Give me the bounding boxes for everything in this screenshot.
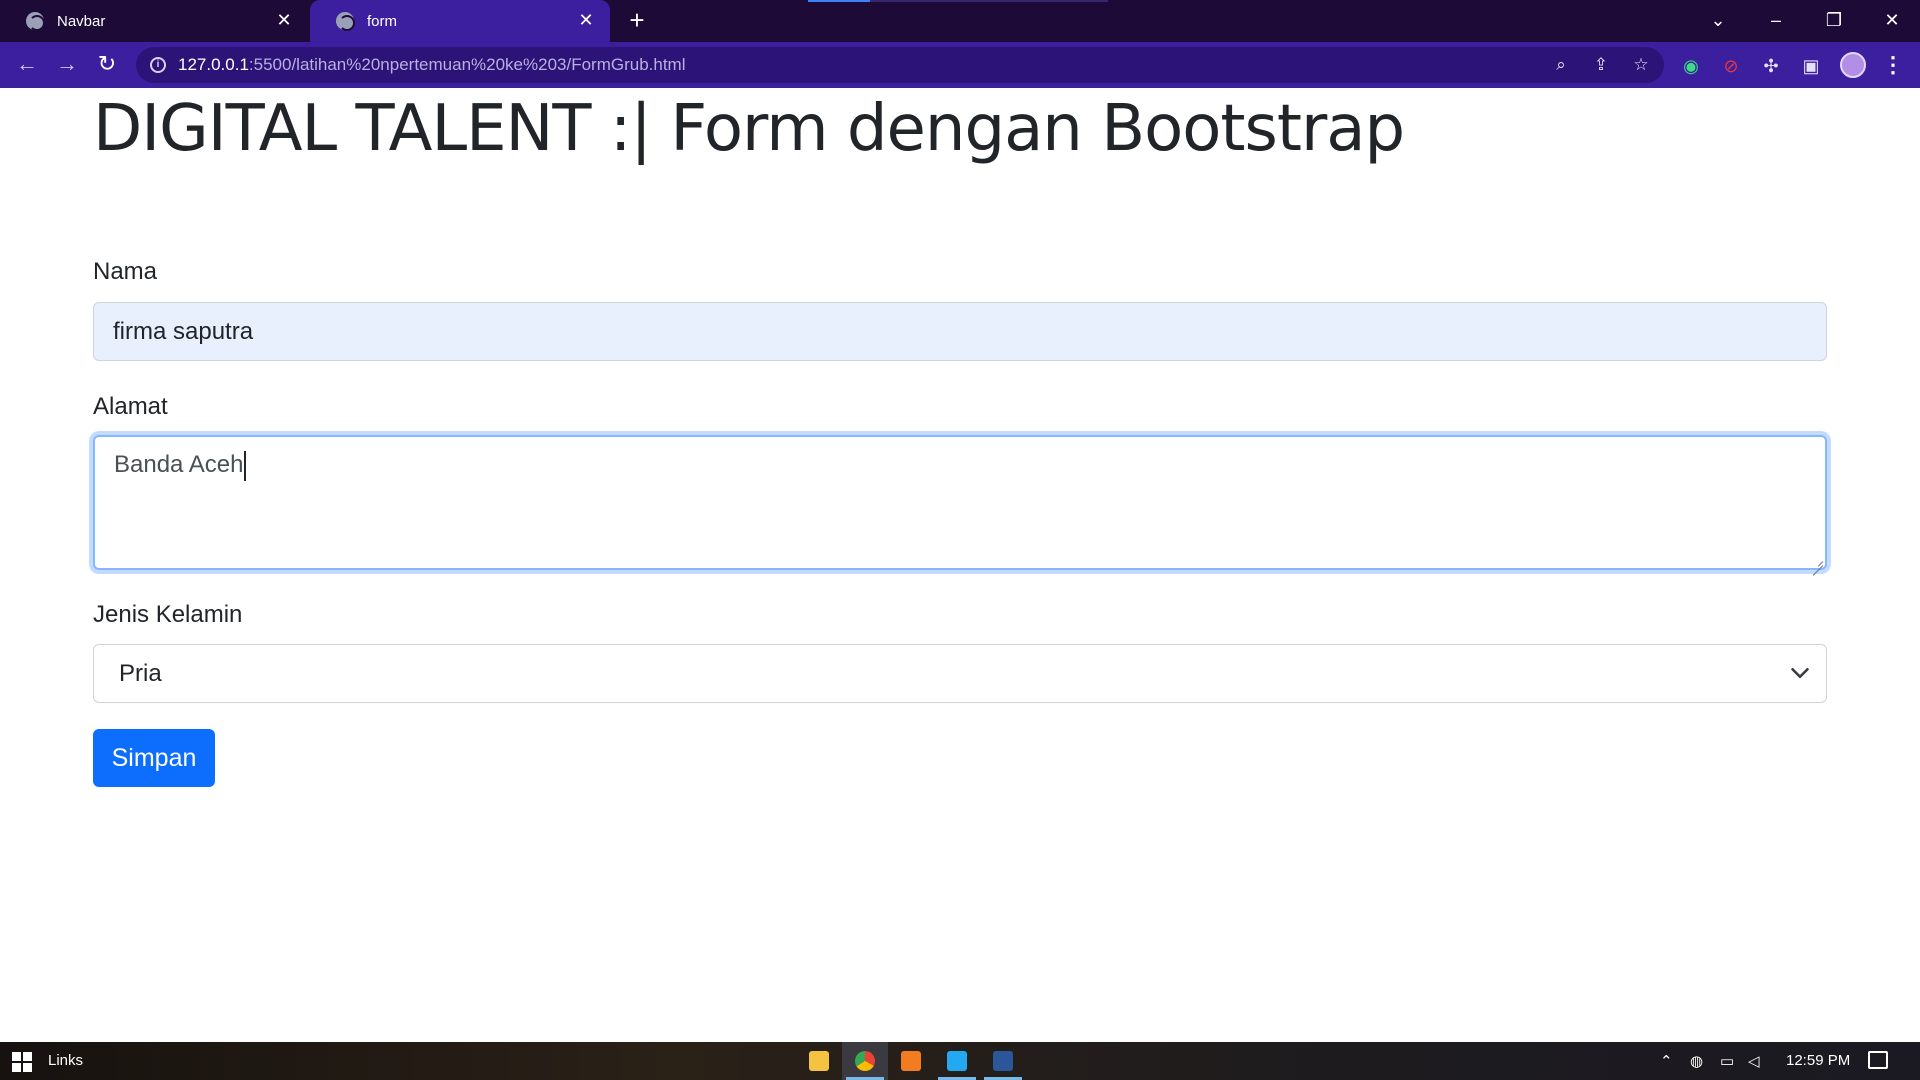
page-title: DIGITAL TALENT :| Form dengan Bootstrap bbox=[93, 92, 1405, 166]
simpan-button[interactable]: Simpan bbox=[93, 729, 215, 787]
url-text[interactable]: 127.0.0.1:5500/latihan%20npertemuan%20ke… bbox=[178, 55, 686, 75]
share-icon[interactable]: ⇪ bbox=[1590, 54, 1612, 76]
browser-menu-icon[interactable]: ⋮ bbox=[1882, 52, 1904, 78]
extensions-puzzle-icon[interactable]: ✣ bbox=[1760, 55, 1782, 77]
browser-titlebar: Navbar ✕ form ✕ + ⌄ – ❐ ✕ bbox=[0, 0, 1920, 42]
windows-start-icon[interactable] bbox=[12, 1052, 32, 1072]
alamat-value: Banda Aceh bbox=[114, 451, 244, 478]
address-bar[interactable]: i 127.0.0.1:5500/latihan%20npertemuan%20… bbox=[136, 47, 1664, 83]
side-panel-icon[interactable]: ▣ bbox=[1800, 55, 1822, 77]
restore-button[interactable]: ❐ bbox=[1806, 0, 1862, 42]
chrome-taskbar-icon[interactable] bbox=[842, 1042, 888, 1080]
file-explorer-taskbar-icon[interactable] bbox=[796, 1042, 842, 1080]
site-info-icon[interactable]: i bbox=[150, 57, 166, 73]
reload-icon[interactable]: ↻ bbox=[92, 50, 122, 80]
nama-value: firma saputra bbox=[113, 318, 254, 345]
page-content: DIGITAL TALENT :| Form dengan Bootstrap … bbox=[0, 88, 1920, 1042]
forward-arrow-icon[interactable]: → bbox=[52, 50, 82, 80]
close-window-button[interactable]: ✕ bbox=[1864, 0, 1920, 42]
tab-navbar[interactable]: Navbar ✕ bbox=[0, 0, 308, 42]
nama-label: Nama bbox=[93, 258, 158, 285]
taskbar-clock[interactable]: 12:59 PM bbox=[1786, 1052, 1850, 1069]
close-icon[interactable]: ✕ bbox=[576, 10, 596, 30]
extension-colorful-icon[interactable]: ◉ bbox=[1680, 55, 1702, 77]
resize-handle-icon[interactable] bbox=[1811, 554, 1823, 566]
jenis-kelamin-label: Jenis Kelamin bbox=[93, 601, 243, 628]
windows-taskbar: Links ⌃ ◍ ▭ ◁ 12:59 PM bbox=[0, 1042, 1920, 1080]
back-arrow-icon[interactable]: ← bbox=[12, 50, 42, 80]
close-icon[interactable]: ✕ bbox=[274, 10, 294, 30]
chevron-down-icon bbox=[1791, 668, 1809, 678]
zoom-icon[interactable]: ⌕ bbox=[1550, 54, 1572, 76]
alamat-textarea[interactable]: Banda Aceh bbox=[93, 435, 1827, 570]
url-path: :5500/latihan%20npertemuan%20ke%203/Form… bbox=[248, 55, 686, 74]
jenis-kelamin-select[interactable]: Pria bbox=[93, 644, 1827, 703]
tab-form[interactable]: form ✕ bbox=[310, 0, 610, 42]
browser-toolbar: ← → ↻ i 127.0.0.1:5500/latihan%20npertem… bbox=[0, 42, 1920, 88]
profile-avatar[interactable] bbox=[1840, 52, 1866, 78]
vscode-taskbar-icon[interactable] bbox=[934, 1042, 980, 1080]
tab-label: form bbox=[367, 12, 397, 30]
minimize-button[interactable]: – bbox=[1748, 0, 1804, 42]
speaker-icon[interactable]: ◁ bbox=[1748, 1052, 1760, 1070]
tab-search-button[interactable]: ⌄ bbox=[1690, 0, 1746, 42]
nama-input[interactable]: firma saputra bbox=[93, 302, 1827, 361]
bookmark-star-icon[interactable]: ☆ bbox=[1630, 54, 1652, 76]
jenis-kelamin-selected: Pria bbox=[119, 660, 162, 687]
notification-icon[interactable] bbox=[1868, 1051, 1888, 1069]
globe-icon bbox=[26, 12, 45, 31]
word-taskbar-icon[interactable] bbox=[980, 1042, 1026, 1080]
alamat-label: Alamat bbox=[93, 393, 168, 420]
battery-icon[interactable]: ▭ bbox=[1720, 1052, 1734, 1070]
new-tab-button[interactable]: + bbox=[624, 7, 650, 34]
url-host: 127.0.0.1 bbox=[178, 55, 249, 74]
extension-eye-off-icon[interactable]: ⊘ bbox=[1720, 55, 1742, 77]
taskbar-search-text[interactable]: Links bbox=[48, 1052, 83, 1069]
globe-icon bbox=[336, 12, 355, 31]
text-caret bbox=[244, 450, 247, 481]
drag-region-highlight bbox=[808, 0, 870, 2]
tab-label: Navbar bbox=[57, 12, 106, 30]
xampp-taskbar-icon[interactable] bbox=[888, 1042, 934, 1080]
chevron-up-icon[interactable]: ⌃ bbox=[1660, 1052, 1673, 1070]
globe-network-icon[interactable]: ◍ bbox=[1690, 1052, 1703, 1070]
